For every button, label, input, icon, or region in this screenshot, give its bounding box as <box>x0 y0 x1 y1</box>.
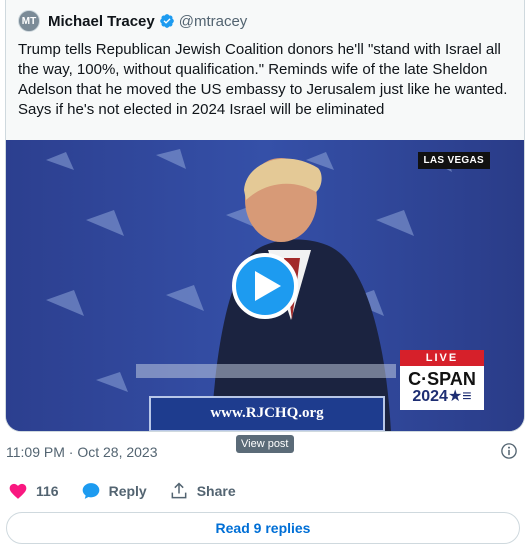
author-handle[interactable]: @mtracey <box>179 13 248 30</box>
live-badge: LIVE <box>400 350 484 366</box>
share-label: Share <box>196 483 236 499</box>
author-name[interactable]: Michael Tracey <box>48 13 155 30</box>
quote-text: Trump tells Republican Jewish Coalition … <box>18 41 508 118</box>
heart-icon <box>9 483 27 499</box>
verified-badge-icon <box>159 14 174 28</box>
video-player[interactable]: LAS VEGAS LIVE C·SPAN 2024★≡ www.RJCHQ.o… <box>6 140 524 431</box>
location-tag: LAS VEGAS <box>417 152 490 169</box>
play-button[interactable] <box>232 253 298 319</box>
cspan-year: 2024★≡ <box>412 388 472 405</box>
like-count: 116 <box>36 483 59 499</box>
share-button[interactable]: Share <box>169 481 236 501</box>
share-icon <box>171 482 187 499</box>
cspan-name: C·SPAN <box>408 369 476 389</box>
play-icon <box>255 271 281 301</box>
read-replies-button[interactable]: Read 9 replies <box>6 512 520 544</box>
quoted-tweet-card[interactable]: MT Michael Tracey @mtracey Trump tells R… <box>5 0 525 432</box>
tweet-timestamp[interactable]: 11:09 PM · Oct 28, 2023 <box>6 444 158 460</box>
info-icon[interactable] <box>500 442 518 460</box>
quote-header: MT Michael Tracey @mtracey <box>18 10 247 32</box>
podium-banner: www.RJCHQ.org <box>149 396 385 431</box>
cspan-logo: LIVE C·SPAN 2024★≡ <box>400 350 484 410</box>
like-button[interactable]: 116 <box>8 481 59 501</box>
view-post-tooltip: View post <box>236 435 294 453</box>
avatar-initials: MT <box>21 15 37 27</box>
reply-button[interactable]: Reply <box>81 481 147 501</box>
reply-bubble-icon <box>82 483 99 499</box>
reply-label: Reply <box>108 483 147 499</box>
avatar[interactable]: MT <box>18 10 40 32</box>
tweet-actions: 116 Reply Share <box>8 481 258 501</box>
